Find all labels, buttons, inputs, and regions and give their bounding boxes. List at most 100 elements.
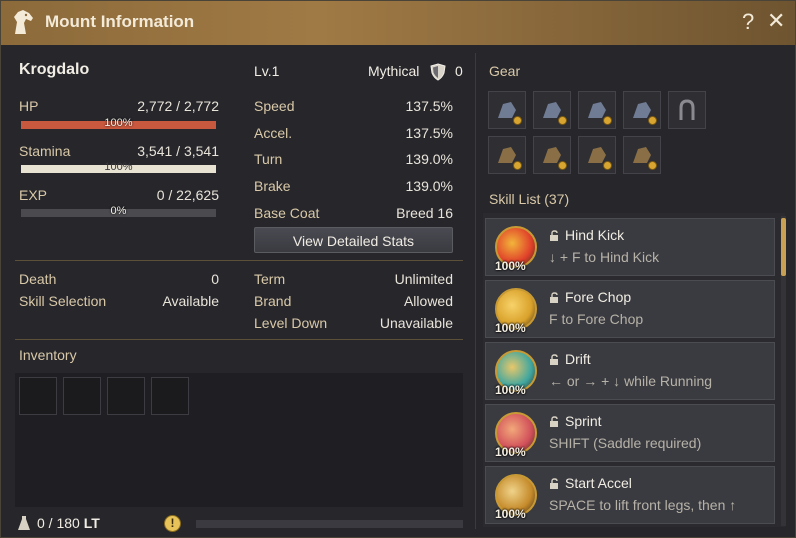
skill-name: Drift bbox=[565, 351, 591, 367]
gear-status-dot bbox=[603, 116, 612, 125]
skill-percent: 100% bbox=[495, 321, 526, 335]
shield-count: 0 bbox=[455, 63, 463, 79]
horse-head-icon bbox=[14, 10, 33, 34]
hp-value: 2,772 / 2,772 bbox=[137, 98, 219, 114]
horseshoe-icon bbox=[679, 99, 695, 120]
skill-description: F to Fore Chop bbox=[549, 311, 644, 327]
skill-percent: 100% bbox=[495, 259, 526, 273]
skill-list: 100% Hind Kick ↓ + F to Hind Kick 100% Fore … bbox=[483, 213, 785, 527]
unlocked-icon bbox=[550, 292, 558, 303]
inventory-slot[interactable] bbox=[19, 377, 57, 415]
view-detailed-stats-button[interactable]: View Detailed Stats bbox=[254, 227, 453, 253]
mount-name: Krogdalo bbox=[19, 61, 90, 78]
gear-status-dot bbox=[558, 116, 567, 125]
exp-bar: 0% bbox=[21, 205, 216, 217]
unlocked-icon bbox=[550, 478, 558, 489]
stat-label: Brake bbox=[254, 178, 291, 194]
detail-label: Death bbox=[19, 271, 57, 287]
stat-label: Speed bbox=[254, 98, 295, 114]
gear-status-dot bbox=[513, 161, 522, 170]
skill-name: Fore Chop bbox=[565, 289, 632, 305]
detail-label: Skill Selection bbox=[19, 293, 107, 309]
stat-value: 139.0% bbox=[405, 178, 453, 194]
detail-value: 0 bbox=[211, 271, 219, 287]
gear-slot[interactable] bbox=[668, 91, 706, 129]
skill-percent: 100% bbox=[495, 383, 526, 397]
skill-item[interactable]: 100% Hind Kick ↓ + F to Hind Kick bbox=[485, 218, 775, 276]
mount-grade: Mythical bbox=[368, 63, 420, 79]
stat-label: Turn bbox=[254, 151, 283, 167]
skill-description: ← or → + ↓ while Running bbox=[549, 373, 713, 389]
weight-bar bbox=[196, 520, 463, 528]
hp-label: HP bbox=[19, 98, 39, 114]
detail-value: Unlimited bbox=[394, 271, 453, 287]
inventory-slot[interactable] bbox=[63, 377, 101, 415]
divider bbox=[15, 260, 463, 261]
skill-description: SHIFT (Saddle required) bbox=[549, 435, 702, 451]
gear-slot[interactable] bbox=[578, 136, 616, 174]
gear-title: Gear bbox=[489, 63, 521, 79]
skill-item[interactable]: 100% Sprint SHIFT (Saddle required) bbox=[485, 404, 775, 462]
shield-icon bbox=[430, 63, 446, 81]
skill-name: Start Accel bbox=[565, 475, 632, 491]
stat-value: 137.5% bbox=[405, 98, 453, 114]
gear-slot[interactable] bbox=[623, 91, 661, 129]
unlocked-icon bbox=[550, 230, 558, 241]
title-bar[interactable]: Mount Information ? ✕ bbox=[1, 1, 795, 45]
gear-status-dot bbox=[513, 116, 522, 125]
stamina-value: 3,541 / 3,541 bbox=[137, 143, 219, 159]
skill-description: SPACE to lift front legs, then ↑ bbox=[549, 497, 737, 513]
unlocked-icon bbox=[550, 354, 558, 365]
unlocked-icon bbox=[550, 416, 558, 427]
column-divider bbox=[475, 53, 476, 529]
exp-label: EXP bbox=[19, 187, 48, 203]
divider bbox=[15, 339, 463, 340]
detail-value: Unavailable bbox=[379, 315, 453, 331]
hp-bar: 100% bbox=[21, 117, 216, 129]
gear-slot[interactable] bbox=[533, 136, 571, 174]
skill-item[interactable]: 100% Drift ← or → + ↓ while Running bbox=[485, 342, 775, 400]
exp-value: 0 / 22,625 bbox=[156, 187, 219, 203]
exp-percent: 0% bbox=[110, 205, 127, 217]
skill-item[interactable]: 100% Fore Chop F to Fore Chop bbox=[485, 280, 775, 338]
detail-label: Level Down bbox=[254, 315, 328, 331]
skill-description: ↓ + F to Hind Kick bbox=[549, 249, 660, 265]
stamina-label: Stamina bbox=[19, 143, 71, 159]
skill-name: Sprint bbox=[565, 413, 602, 429]
mount-information-window: Mount Information ? ✕ Krogdalo HP 2,772 … bbox=[0, 0, 796, 538]
gear-status-dot bbox=[558, 161, 567, 170]
skill-list-title: Skill List (37) bbox=[489, 191, 570, 207]
gear-slot[interactable] bbox=[488, 136, 526, 174]
gear-slot[interactable] bbox=[578, 91, 616, 129]
detail-value: Allowed bbox=[403, 293, 453, 309]
stat-value: 139.0% bbox=[405, 151, 453, 167]
gear-status-dot bbox=[603, 161, 612, 170]
skill-item[interactable]: 100% Start Accel SPACE to lift front legs,… bbox=[485, 466, 775, 524]
hp-percent: 100% bbox=[104, 117, 133, 129]
weight-icon bbox=[18, 516, 30, 530]
gear-slot[interactable] bbox=[533, 91, 571, 129]
stamina-percent: 100% bbox=[104, 161, 133, 173]
gear-status-dot bbox=[648, 116, 657, 125]
stat-value: 137.5% bbox=[405, 125, 453, 141]
window-title: Mount Information bbox=[45, 12, 195, 31]
close-button[interactable]: ✕ bbox=[767, 8, 785, 34]
warning-icon[interactable]: ! bbox=[164, 515, 181, 532]
skill-name: Hind Kick bbox=[565, 227, 625, 243]
help-button[interactable]: ? bbox=[742, 9, 754, 35]
inventory-slot[interactable] bbox=[107, 377, 145, 415]
detail-label: Brand bbox=[254, 293, 292, 309]
inventory-weight: 0 / 180 LT bbox=[37, 515, 100, 531]
skill-list-scroll-thumb[interactable] bbox=[781, 218, 786, 276]
gear-slot[interactable] bbox=[488, 91, 526, 129]
stat-label: Base Coat bbox=[254, 205, 320, 221]
gear-slot[interactable] bbox=[623, 136, 661, 174]
skill-percent: 100% bbox=[495, 445, 526, 459]
gear-status-dot bbox=[648, 161, 657, 170]
stamina-bar: 100% bbox=[21, 161, 216, 173]
detail-value: Available bbox=[162, 293, 219, 309]
inventory-slot[interactable] bbox=[151, 377, 189, 415]
stat-value: Breed 16 bbox=[396, 205, 453, 221]
detail-label: Term bbox=[254, 271, 286, 287]
mount-level: Lv.1 bbox=[254, 63, 280, 79]
